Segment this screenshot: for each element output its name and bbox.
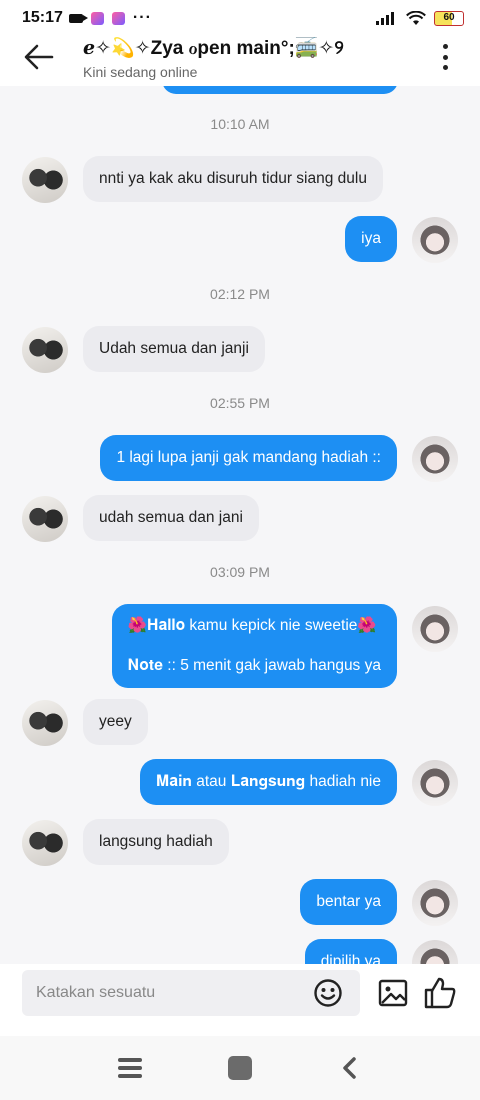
message-row-outgoing: iya [0, 216, 480, 264]
status-time: 15:17 [22, 9, 63, 26]
avatar[interactable] [412, 760, 458, 806]
home-icon[interactable] [228, 1056, 252, 1080]
wifi-icon [406, 10, 426, 25]
signal-icon [376, 12, 394, 25]
message-bubble-incoming[interactable]: udah semua dan jani [83, 495, 259, 541]
video-camera-icon [68, 13, 88, 23]
image-icon[interactable] [377, 977, 409, 1009]
avatar[interactable] [412, 940, 458, 964]
message-bubble-outgoing[interactable]: 1 lagi lupa janji gak mandang hadiah :: [100, 435, 397, 481]
message-bubble-incoming[interactable]: Udah semua dan janji [83, 326, 265, 372]
message-row-outgoing: dipilih ya [0, 939, 480, 964]
message-line: 𝐍𝐨𝐭𝐞 :: 5 menit gak jawab hangus ya [127, 657, 381, 674]
message-line: 🌺𝐇𝐚𝐥𝐥𝐨 kamu kepick nie sweetie🌺 [127, 617, 377, 634]
avatar[interactable] [22, 327, 68, 373]
message-bubble-partial [162, 86, 398, 94]
message-row-incoming: langsung hadiah [0, 819, 480, 867]
chat-header: ℯ✧💫✧Zya ℴpen main°;🚎✧୨ Kini sedang onlin… [0, 36, 480, 86]
message-composer [0, 964, 480, 1036]
avatar[interactable] [22, 820, 68, 866]
message-bubble-incoming[interactable]: nnti ya kak aku disuruh tidur siang dulu [83, 156, 383, 202]
timestamp: 10:10 AM [210, 116, 270, 132]
menu-icon[interactable] [118, 1058, 142, 1078]
avatar[interactable] [412, 217, 458, 263]
message-bubble-outgoing[interactable]: 🌺𝐇𝐚𝐥𝐥𝐨 kamu kepick nie sweetie🌺 𝐍𝐨𝐭𝐞 :: … [111, 604, 397, 688]
avatar[interactable] [22, 496, 68, 542]
message-bubble-incoming[interactable]: langsung hadiah [83, 819, 229, 865]
app-notification-icon [90, 11, 104, 25]
message-row-incoming: nnti ya kak aku disuruh tidur siang dulu [0, 156, 480, 204]
arrow-left-icon[interactable] [22, 42, 56, 72]
timestamp: 03:09 PM [210, 564, 270, 580]
avatar[interactable] [412, 436, 458, 482]
message-row-outgoing: bentar ya [0, 879, 480, 927]
message-row-outgoing: 🌺𝐇𝐚𝐥𝐥𝐨 kamu kepick nie sweetie🌺 𝐍𝐨𝐭𝐞 :: … [0, 604, 480, 688]
smiley-icon[interactable] [313, 978, 343, 1008]
message-row-incoming: udah semua dan jani [0, 495, 480, 543]
message-bubble-outgoing[interactable]: iya [345, 216, 397, 262]
chevron-left-icon[interactable] [340, 1056, 360, 1080]
avatar[interactable] [412, 606, 458, 652]
status-bar: 15:17 ··· 60 [0, 0, 480, 36]
chat-title: ℯ✧💫✧Zya ℴpen main°;🚎✧୨ [83, 38, 344, 59]
message-row-incoming: yeey [0, 699, 480, 747]
kebab-menu-icon[interactable] [440, 42, 450, 72]
chat-area[interactable]: 10:10 AM nnti ya kak aku disuruh tidur s… [0, 86, 480, 964]
system-nav-bar [0, 1036, 480, 1100]
message-bubble-outgoing[interactable]: 𝐌𝐚𝐢𝐧 atau 𝐋𝐚𝐧𝐠𝐬𝐮𝐧𝐠 hadiah nie [139, 759, 397, 805]
more-notifications-icon: ··· [132, 9, 152, 26]
message-bubble-incoming[interactable]: yeey [83, 699, 148, 745]
battery-icon: 60 [434, 10, 464, 26]
message-row-incoming: Udah semua dan janji [0, 326, 480, 374]
app-notification-icon [111, 11, 125, 25]
message-bubble-outgoing[interactable]: dipilih ya [304, 939, 397, 964]
message-row-outgoing: 𝐌𝐚𝐢𝐧 atau 𝐋𝐚𝐧𝐠𝐬𝐮𝐧𝐠 hadiah nie [0, 759, 480, 807]
timestamp: 02:55 PM [210, 395, 270, 411]
online-status: Kini sedang online [83, 64, 198, 80]
message-input[interactable] [22, 970, 360, 1016]
timestamp: 02:12 PM [210, 286, 270, 302]
message-row-outgoing: 1 lagi lupa janji gak mandang hadiah :: [0, 435, 480, 483]
avatar[interactable] [22, 700, 68, 746]
avatar[interactable] [412, 880, 458, 926]
thumbs-up-icon[interactable] [423, 976, 457, 1010]
message-bubble-outgoing[interactable]: bentar ya [300, 879, 397, 925]
avatar[interactable] [22, 157, 68, 203]
